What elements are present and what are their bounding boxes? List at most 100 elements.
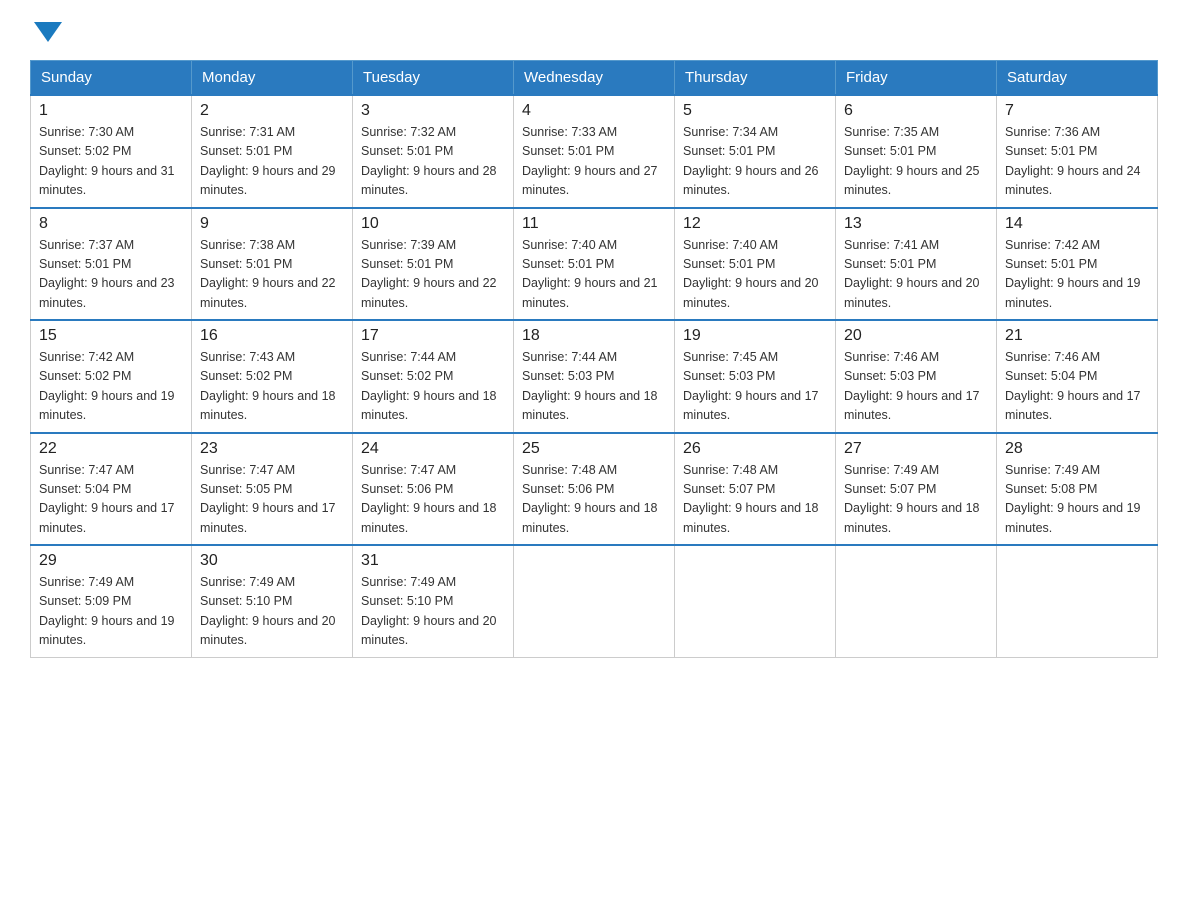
calendar-cell: 6 Sunrise: 7:35 AM Sunset: 5:01 PM Dayli… [836, 95, 997, 208]
day-number: 11 [522, 215, 666, 233]
day-info: Sunrise: 7:31 AM Sunset: 5:01 PM Dayligh… [200, 123, 344, 201]
calendar-cell [836, 545, 997, 657]
calendar-cell: 24 Sunrise: 7:47 AM Sunset: 5:06 PM Dayl… [353, 433, 514, 546]
day-info: Sunrise: 7:47 AM Sunset: 5:05 PM Dayligh… [200, 461, 344, 539]
calendar-cell: 21 Sunrise: 7:46 AM Sunset: 5:04 PM Dayl… [997, 320, 1158, 433]
calendar-cell: 2 Sunrise: 7:31 AM Sunset: 5:01 PM Dayli… [192, 95, 353, 208]
calendar-cell: 8 Sunrise: 7:37 AM Sunset: 5:01 PM Dayli… [31, 208, 192, 321]
calendar-cell: 5 Sunrise: 7:34 AM Sunset: 5:01 PM Dayli… [675, 95, 836, 208]
calendar-cell: 16 Sunrise: 7:43 AM Sunset: 5:02 PM Dayl… [192, 320, 353, 433]
day-number: 20 [844, 327, 988, 345]
calendar-cell: 13 Sunrise: 7:41 AM Sunset: 5:01 PM Dayl… [836, 208, 997, 321]
day-info: Sunrise: 7:36 AM Sunset: 5:01 PM Dayligh… [1005, 123, 1149, 201]
day-number: 19 [683, 327, 827, 345]
day-number: 12 [683, 215, 827, 233]
day-header-monday: Monday [192, 61, 353, 96]
week-row-2: 8 Sunrise: 7:37 AM Sunset: 5:01 PM Dayli… [31, 208, 1158, 321]
calendar-cell: 12 Sunrise: 7:40 AM Sunset: 5:01 PM Dayl… [675, 208, 836, 321]
day-info: Sunrise: 7:47 AM Sunset: 5:04 PM Dayligh… [39, 461, 183, 539]
day-info: Sunrise: 7:49 AM Sunset: 5:08 PM Dayligh… [1005, 461, 1149, 539]
calendar-cell [675, 545, 836, 657]
day-info: Sunrise: 7:37 AM Sunset: 5:01 PM Dayligh… [39, 236, 183, 314]
day-header-thursday: Thursday [675, 61, 836, 96]
calendar-cell: 25 Sunrise: 7:48 AM Sunset: 5:06 PM Dayl… [514, 433, 675, 546]
day-info: Sunrise: 7:46 AM Sunset: 5:04 PM Dayligh… [1005, 348, 1149, 426]
day-number: 8 [39, 215, 183, 233]
page-header [30, 20, 1158, 42]
calendar-cell: 15 Sunrise: 7:42 AM Sunset: 5:02 PM Dayl… [31, 320, 192, 433]
day-info: Sunrise: 7:35 AM Sunset: 5:01 PM Dayligh… [844, 123, 988, 201]
calendar-cell: 4 Sunrise: 7:33 AM Sunset: 5:01 PM Dayli… [514, 95, 675, 208]
day-number: 6 [844, 102, 988, 120]
day-number: 31 [361, 552, 505, 570]
day-number: 22 [39, 440, 183, 458]
week-row-1: 1 Sunrise: 7:30 AM Sunset: 5:02 PM Dayli… [31, 95, 1158, 208]
day-number: 14 [1005, 215, 1149, 233]
day-number: 1 [39, 102, 183, 120]
calendar-cell: 31 Sunrise: 7:49 AM Sunset: 5:10 PM Dayl… [353, 545, 514, 657]
day-number: 13 [844, 215, 988, 233]
day-info: Sunrise: 7:45 AM Sunset: 5:03 PM Dayligh… [683, 348, 827, 426]
calendar-cell: 28 Sunrise: 7:49 AM Sunset: 5:08 PM Dayl… [997, 433, 1158, 546]
calendar-cell: 11 Sunrise: 7:40 AM Sunset: 5:01 PM Dayl… [514, 208, 675, 321]
day-info: Sunrise: 7:38 AM Sunset: 5:01 PM Dayligh… [200, 236, 344, 314]
day-number: 16 [200, 327, 344, 345]
day-info: Sunrise: 7:40 AM Sunset: 5:01 PM Dayligh… [683, 236, 827, 314]
day-info: Sunrise: 7:41 AM Sunset: 5:01 PM Dayligh… [844, 236, 988, 314]
day-number: 29 [39, 552, 183, 570]
day-info: Sunrise: 7:47 AM Sunset: 5:06 PM Dayligh… [361, 461, 505, 539]
calendar-cell: 30 Sunrise: 7:49 AM Sunset: 5:10 PM Dayl… [192, 545, 353, 657]
day-info: Sunrise: 7:42 AM Sunset: 5:02 PM Dayligh… [39, 348, 183, 426]
day-number: 10 [361, 215, 505, 233]
calendar-header-row: SundayMondayTuesdayWednesdayThursdayFrid… [31, 61, 1158, 96]
calendar-cell: 10 Sunrise: 7:39 AM Sunset: 5:01 PM Dayl… [353, 208, 514, 321]
calendar-cell: 3 Sunrise: 7:32 AM Sunset: 5:01 PM Dayli… [353, 95, 514, 208]
calendar-cell: 7 Sunrise: 7:36 AM Sunset: 5:01 PM Dayli… [997, 95, 1158, 208]
week-row-3: 15 Sunrise: 7:42 AM Sunset: 5:02 PM Dayl… [31, 320, 1158, 433]
calendar-cell: 19 Sunrise: 7:45 AM Sunset: 5:03 PM Dayl… [675, 320, 836, 433]
calendar-cell: 22 Sunrise: 7:47 AM Sunset: 5:04 PM Dayl… [31, 433, 192, 546]
day-number: 28 [1005, 440, 1149, 458]
day-header-sunday: Sunday [31, 61, 192, 96]
day-info: Sunrise: 7:40 AM Sunset: 5:01 PM Dayligh… [522, 236, 666, 314]
day-number: 25 [522, 440, 666, 458]
day-number: 5 [683, 102, 827, 120]
calendar-cell: 23 Sunrise: 7:47 AM Sunset: 5:05 PM Dayl… [192, 433, 353, 546]
day-info: Sunrise: 7:48 AM Sunset: 5:06 PM Dayligh… [522, 461, 666, 539]
day-number: 26 [683, 440, 827, 458]
day-info: Sunrise: 7:43 AM Sunset: 5:02 PM Dayligh… [200, 348, 344, 426]
day-number: 3 [361, 102, 505, 120]
calendar-cell: 18 Sunrise: 7:44 AM Sunset: 5:03 PM Dayl… [514, 320, 675, 433]
logo-triangle-icon [34, 22, 62, 42]
day-info: Sunrise: 7:49 AM Sunset: 5:10 PM Dayligh… [200, 573, 344, 651]
calendar-cell [514, 545, 675, 657]
day-number: 24 [361, 440, 505, 458]
day-number: 27 [844, 440, 988, 458]
calendar-cell: 1 Sunrise: 7:30 AM Sunset: 5:02 PM Dayli… [31, 95, 192, 208]
day-header-wednesday: Wednesday [514, 61, 675, 96]
day-number: 9 [200, 215, 344, 233]
day-info: Sunrise: 7:32 AM Sunset: 5:01 PM Dayligh… [361, 123, 505, 201]
day-number: 30 [200, 552, 344, 570]
calendar-table: SundayMondayTuesdayWednesdayThursdayFrid… [30, 60, 1158, 658]
calendar-cell: 27 Sunrise: 7:49 AM Sunset: 5:07 PM Dayl… [836, 433, 997, 546]
day-info: Sunrise: 7:48 AM Sunset: 5:07 PM Dayligh… [683, 461, 827, 539]
calendar-cell: 9 Sunrise: 7:38 AM Sunset: 5:01 PM Dayli… [192, 208, 353, 321]
day-number: 7 [1005, 102, 1149, 120]
logo [30, 20, 62, 42]
day-info: Sunrise: 7:34 AM Sunset: 5:01 PM Dayligh… [683, 123, 827, 201]
day-number: 2 [200, 102, 344, 120]
day-number: 18 [522, 327, 666, 345]
calendar-cell: 20 Sunrise: 7:46 AM Sunset: 5:03 PM Dayl… [836, 320, 997, 433]
day-number: 21 [1005, 327, 1149, 345]
day-info: Sunrise: 7:42 AM Sunset: 5:01 PM Dayligh… [1005, 236, 1149, 314]
day-number: 17 [361, 327, 505, 345]
week-row-4: 22 Sunrise: 7:47 AM Sunset: 5:04 PM Dayl… [31, 433, 1158, 546]
week-row-5: 29 Sunrise: 7:49 AM Sunset: 5:09 PM Dayl… [31, 545, 1158, 657]
day-header-tuesday: Tuesday [353, 61, 514, 96]
calendar-cell [997, 545, 1158, 657]
day-number: 15 [39, 327, 183, 345]
day-info: Sunrise: 7:46 AM Sunset: 5:03 PM Dayligh… [844, 348, 988, 426]
day-info: Sunrise: 7:30 AM Sunset: 5:02 PM Dayligh… [39, 123, 183, 201]
day-info: Sunrise: 7:44 AM Sunset: 5:02 PM Dayligh… [361, 348, 505, 426]
